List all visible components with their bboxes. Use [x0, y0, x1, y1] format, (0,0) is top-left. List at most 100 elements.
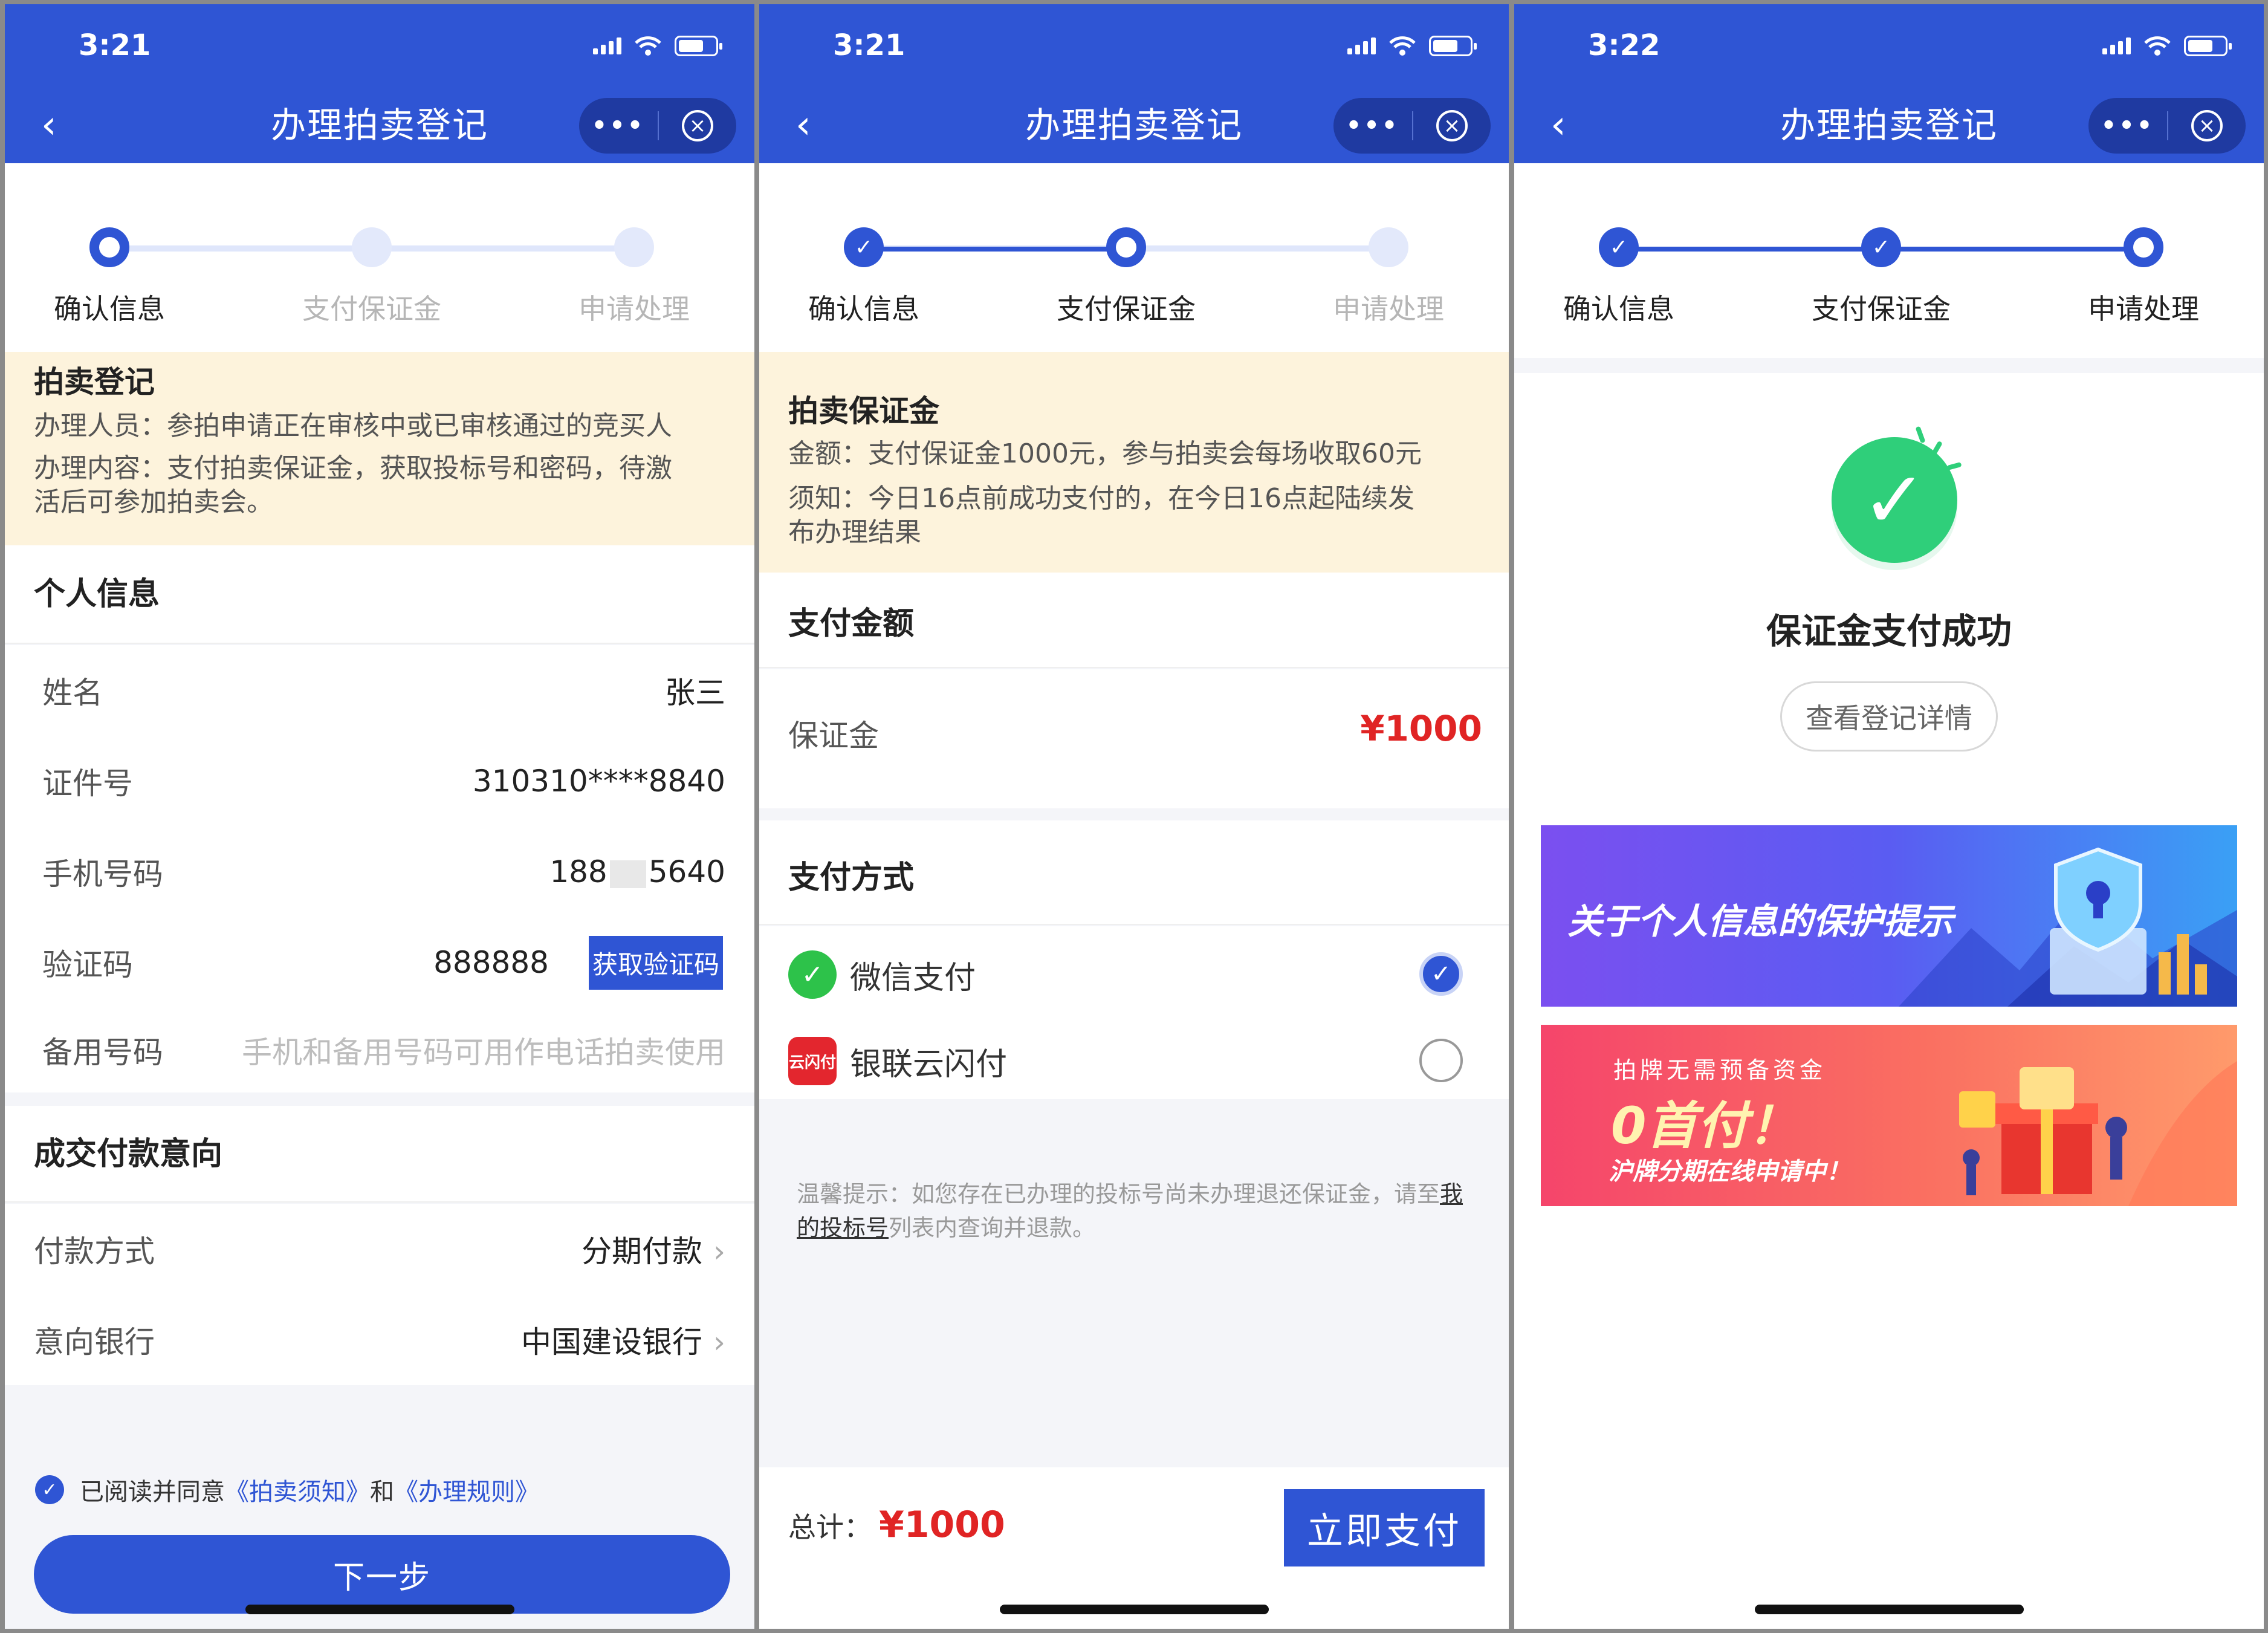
- plate-installment-banner[interactable]: 拍牌无需预备资金 0首付！ 沪牌分期在线申请中！: [1541, 1025, 2237, 1206]
- home-indicator: [1000, 1605, 1269, 1614]
- more-icon[interactable]: •••: [2088, 112, 2167, 140]
- sparkle-mark: [1946, 462, 1962, 470]
- signal-icon: [1347, 37, 1376, 54]
- personal-info-header: 个人信息: [5, 545, 754, 644]
- phone-suffix: 5640: [648, 854, 725, 889]
- rules-link[interactable]: 《办理规则》: [394, 1472, 539, 1507]
- bank-text: 中国建设银行: [521, 1325, 702, 1360]
- close-button[interactable]: ×: [1413, 110, 1491, 141]
- step-2-label: 支付保证金: [1057, 293, 1196, 325]
- more-icon[interactable]: •••: [579, 112, 658, 140]
- deposit-label: 保证金: [788, 718, 879, 753]
- notice-line: 布办理结果: [788, 517, 921, 548]
- step-3-label: 申请处理: [578, 293, 690, 325]
- banner-line-3: 沪牌分期在线申请中！: [1609, 1158, 1850, 1186]
- phone-prefix: 188: [549, 854, 608, 889]
- banner-line-1: 拍牌无需预备资金: [1613, 1057, 1827, 1083]
- wechat-radio-checked[interactable]: ✓: [1419, 952, 1463, 996]
- signal-icon: [593, 37, 621, 54]
- phone-row: 手机号码 188 5640: [5, 826, 754, 917]
- success-check-icon: ✓: [1832, 437, 1957, 563]
- step-progress: [864, 247, 1126, 252]
- get-code-button[interactable]: 获取验证码: [588, 935, 723, 990]
- agreement: ✓ 已阅读并同意 《拍卖须知》 和 《办理规则》: [35, 1472, 539, 1507]
- success-panel: ✓ 保证金支付成功 查看登记详情: [1514, 373, 2264, 857]
- privacy-banner[interactable]: 关于个人信息的保护提示: [1541, 825, 2237, 1007]
- screen-pay-deposit: 3:21 ‹ 办理拍卖登记 ••• × ✓ 确认信息 支付保证金 申请处理 拍卖…: [759, 4, 1509, 1629]
- refund-tip: 温馨提示：如您存在已办理的投标号尚未办理退还保证金，请至我的投标号列表内查询并退…: [797, 1177, 1474, 1245]
- status-time: 3:21: [79, 28, 151, 62]
- bank-row[interactable]: 意向银行 中国建设银行 ›: [5, 1294, 754, 1385]
- step-1-dot: [89, 227, 129, 267]
- next-button[interactable]: 下一步: [34, 1535, 730, 1614]
- mini-program-capsule: ••• ×: [579, 98, 736, 154]
- step-1-dot: ✓: [1599, 227, 1639, 267]
- notice-title: 拍卖登记: [34, 365, 155, 400]
- screen-success: 3:22 ‹ 办理拍卖登记 ••• × ✓ ✓ 确认信息 支付保证金 申请处理 …: [1514, 4, 2264, 1629]
- bank-label: 意向银行: [34, 1325, 155, 1360]
- top-bar: 3:21 ‹ 办理拍卖登记 ••• ×: [5, 4, 754, 163]
- notice-line: 活后可参加拍卖会。: [34, 487, 273, 518]
- unionpay-label: 银联云闪付: [850, 1047, 1008, 1083]
- screen-confirm-info: 3:21 ‹ 办理拍卖登记 ••• × 确认信息 支付保证金 申请处理 拍卖登记…: [5, 4, 754, 1629]
- agree-checkbox[interactable]: ✓: [35, 1475, 64, 1504]
- step-3-label: 申请处理: [2088, 293, 2199, 325]
- unionpay-option[interactable]: 云闪付 银联云闪付: [759, 1013, 1509, 1099]
- wifi-icon: [1389, 36, 1416, 56]
- code-input[interactable]: 888888: [433, 945, 549, 980]
- close-button[interactable]: ×: [2168, 110, 2246, 141]
- total-label: 总计：: [788, 1511, 872, 1544]
- pay-method-header: 支付方式: [759, 820, 1509, 925]
- unionpay-radio[interactable]: [1419, 1039, 1463, 1082]
- notice-line: 办理内容：支付拍卖保证金，获取投标号和密码，待激: [34, 453, 672, 484]
- auction-notice-link[interactable]: 《拍卖须知》: [225, 1472, 370, 1507]
- total-amount: ¥1000: [879, 1504, 1005, 1546]
- unionpay-icon: 云闪付: [788, 1037, 837, 1085]
- close-circle-icon: ×: [2191, 110, 2223, 141]
- progress-steps: ✓ 确认信息 支付保证金 申请处理: [759, 163, 1509, 358]
- tip-text-start: 温馨提示：如您存在已办理的投标号尚未办理退还保证金，请至: [797, 1181, 1440, 1207]
- success-title: 保证金支付成功: [1766, 611, 2012, 652]
- status-icons: [593, 36, 722, 56]
- code-row: 验证码 888888 获取验证码: [5, 917, 754, 1008]
- step-3-dot: [2124, 227, 2163, 267]
- battery-icon: [675, 36, 722, 56]
- id-row: 证件号 310310****8840: [5, 736, 754, 826]
- wechat-pay-option[interactable]: ✓ 微信支付 ✓: [759, 926, 1509, 1013]
- step-2-label: 支付保证金: [302, 293, 441, 325]
- mini-program-capsule: ••• ×: [1333, 98, 1491, 154]
- wifi-icon: [635, 36, 661, 56]
- view-details-button[interactable]: 查看登记详情: [1780, 681, 1998, 752]
- home-indicator: [1755, 1605, 2024, 1614]
- code-label: 验证码: [42, 947, 133, 982]
- wechat-pay-icon: ✓: [788, 950, 837, 999]
- deposit-row: 保证金 ¥1000: [759, 669, 1509, 808]
- notice-title: 拍卖保证金: [788, 394, 939, 429]
- tip-text-end: 列表内查询并退款。: [889, 1215, 1096, 1241]
- status-icons: [2102, 36, 2232, 56]
- backup-label: 备用号码: [42, 1035, 163, 1070]
- close-circle-icon: ×: [1436, 110, 1468, 141]
- close-button[interactable]: ×: [659, 110, 736, 141]
- more-icon[interactable]: •••: [1333, 112, 1412, 140]
- payment-method-row[interactable]: 付款方式 分期付款 ›: [5, 1204, 754, 1294]
- battery-icon: [1429, 36, 1477, 56]
- step-2-dot: [352, 227, 392, 267]
- chevron-right-icon: ›: [713, 1234, 725, 1269]
- backup-number-input[interactable]: 手机和备用号码可用作电话拍卖使用: [242, 1028, 725, 1072]
- battery-icon: [2184, 36, 2232, 56]
- phone-label: 手机号码: [42, 857, 163, 892]
- step-3-label: 申请处理: [1333, 293, 1444, 325]
- payment-method-value: 分期付款 ›: [582, 1227, 725, 1271]
- top-bar: 3:21 ‹ 办理拍卖登记 ••• ×: [759, 4, 1509, 163]
- status-time: 3:22: [1588, 28, 1660, 62]
- pay-now-button[interactable]: 立即支付: [1284, 1489, 1485, 1566]
- notice-line: 办理人员：参拍申请正在审核中或已审核通过的竞买人: [34, 411, 672, 441]
- deposit-notice: 拍卖保证金 金额：支付保证金1000元，参与拍卖会每场收取60元 须知：今日16…: [759, 352, 1509, 573]
- banner-line-2: 0首付！: [1611, 1096, 1799, 1155]
- backup-row: 备用号码 手机和备用号码可用作电话拍卖使用: [5, 1008, 754, 1092]
- step-1-label: 确认信息: [54, 293, 165, 325]
- step-3-dot: [1369, 227, 1408, 267]
- payment-method-label: 付款方式: [34, 1234, 155, 1269]
- step-1-label: 确认信息: [808, 293, 919, 325]
